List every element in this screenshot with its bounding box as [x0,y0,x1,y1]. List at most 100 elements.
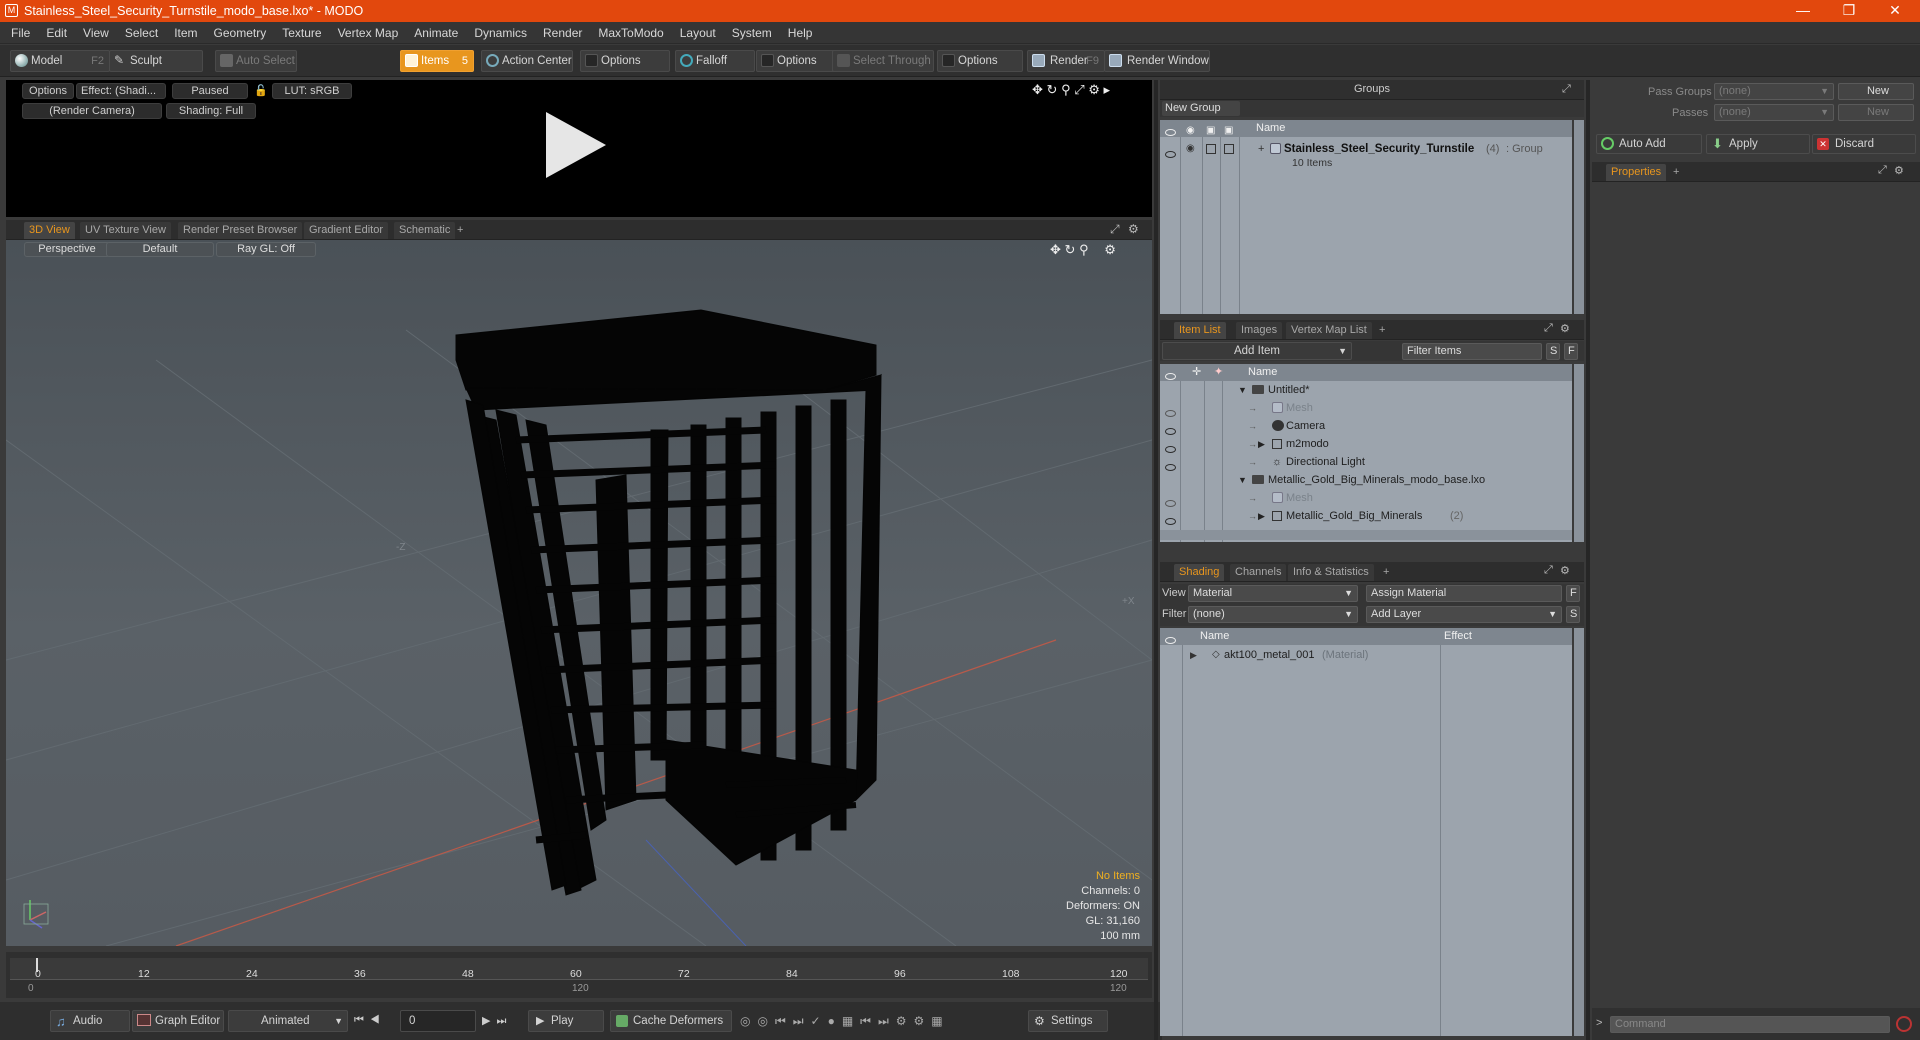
collapse-icon[interactable]: ▼ [1238,471,1247,489]
gear-icon[interactable]: ⚙ [1088,82,1100,97]
shading-f-button[interactable]: F [1566,585,1580,602]
passes-dropdown[interactable]: (none) ▼ [1714,104,1834,121]
rotate-icon[interactable]: ↻ [1047,82,1058,97]
timeline[interactable]: 0 12 24 36 48 60 72 84 96 108 120 0 120 … [6,952,1152,998]
cache-deformers-button[interactable]: Cache Deformers [610,1010,732,1032]
shading-s-button[interactable]: S [1566,606,1580,623]
render-camera-dropdown[interactable]: (Render Camera) [22,103,162,119]
playhead[interactable] [36,958,38,972]
list-item[interactable]: → ☼ Directional Light [1160,453,1572,471]
groups-list[interactable]: ◉ ▣ ▣ Name ◉ + Stainless_Steel_Security_… [1160,120,1572,314]
menu-edit[interactable]: Edit [38,22,75,44]
tab-uv-texture-view[interactable]: UV Texture View [80,222,171,239]
menu-layout[interactable]: Layout [672,22,724,44]
gear-icon[interactable]: ⚙ [1128,222,1139,236]
filter-f-button[interactable]: F [1564,343,1578,360]
minimize-icon[interactable]: — [1780,0,1826,22]
shader-scrollbar[interactable] [1574,628,1584,1036]
menu-render[interactable]: Render [535,22,590,44]
tab-3d-view[interactable]: 3D View [24,222,75,239]
action-center-button[interactable]: Action Center [481,50,573,72]
gear-icon[interactable]: ⚙ [1560,564,1570,577]
item-list-hscrollbar[interactable] [1160,530,1572,540]
menu-file[interactable]: File [3,22,38,44]
paused-toggle[interactable]: Paused [172,83,248,99]
expand-icon[interactable]: + [1258,140,1264,158]
list-item[interactable]: ▼ Untitled* [1160,381,1572,399]
eye-icon[interactable] [1165,146,1176,164]
preview-options-button[interactable]: Options [22,83,74,99]
menu-item[interactable]: Item [166,22,205,44]
auto-select-button[interactable]: Auto Select [215,50,297,72]
falloff-options-button[interactable]: Options [756,50,836,72]
effect-dropdown[interactable]: Effect: (Shadi... [76,83,166,99]
restore-icon[interactable]: ❐ [1826,0,1872,22]
close-icon[interactable]: ✕ [1872,0,1918,22]
move-icon[interactable]: ✥ [1032,82,1043,97]
list-item[interactable]: → Mesh [1160,399,1572,417]
filter-dropdown[interactable]: (none) ▼ [1188,606,1358,623]
add-item-dropdown[interactable]: Add Item ▼ [1162,342,1352,360]
menu-select[interactable]: Select [117,22,166,44]
tab-item-list[interactable]: Item List [1174,322,1226,339]
list-item[interactable]: → Mesh [1160,489,1572,507]
groups-scrollbar[interactable] [1574,120,1584,314]
assign-material-button[interactable]: Assign Material [1366,585,1562,602]
transport-forward-icons[interactable]: ▶⏭ [482,1014,512,1028]
expand-icon[interactable]: ▶ [1190,646,1197,664]
select-icon[interactable] [1224,144,1234,154]
tab-gradient-editor[interactable]: Gradient Editor [304,222,388,239]
item-list-scrollbar[interactable] [1574,364,1584,542]
model-button[interactable]: Model F2 [10,50,110,72]
list-item[interactable]: → ▶ m2modo [1160,435,1572,453]
arrow-right-icon[interactable]: ▸ [1104,82,1111,97]
tab-shading[interactable]: Shading [1174,564,1225,581]
filter-s-button[interactable]: S [1546,343,1560,360]
list-item[interactable]: → Camera [1160,417,1572,435]
settings-button[interactable]: ⚙ Settings [1028,1010,1108,1032]
tab-vertex-map-list[interactable]: Vertex Map List [1286,322,1372,339]
play-button[interactable]: ▶ Play [528,1010,604,1032]
items-button[interactable]: Items 5 [400,50,474,72]
menu-maxtomodo[interactable]: MaxToModo [590,22,671,44]
maximize-icon[interactable]: ⤢ [1544,322,1553,335]
pass-groups-dropdown[interactable]: (none) ▼ [1714,83,1834,100]
add-tab-button[interactable]: + [1378,564,1394,581]
view-dropdown[interactable]: Material ▼ [1188,585,1358,602]
action-center-options-button[interactable]: Options [580,50,670,72]
record-icon[interactable] [1896,1016,1912,1032]
menu-animate[interactable]: Animate [406,22,466,44]
list-item[interactable]: → ▶ Metallic_Gold_Big_Minerals (2) [1160,507,1572,525]
passes-new-button[interactable]: New [1838,104,1914,121]
lock-icon[interactable] [1206,144,1216,154]
transport-back-icons[interactable]: ⏮◀ [354,1014,386,1027]
maximize-icon[interactable]: ⤢ [1110,222,1120,237]
tab-info-statistics[interactable]: Info & Statistics [1288,564,1374,581]
add-tab-button[interactable]: + [1668,164,1684,181]
discard-button[interactable]: ✕ Discard [1812,134,1916,154]
maximize-icon[interactable]: ⤢ [1544,564,1553,577]
sculpt-button[interactable]: ✎ Sculpt [109,50,203,72]
menu-system[interactable]: System [724,22,780,44]
menu-help[interactable]: Help [780,22,821,44]
shader-tree[interactable]: Name Effect ▶ ◇ akt100_metal_001 (Materi… [1160,628,1572,1036]
add-tab-button[interactable]: + [452,222,468,239]
menu-geometry[interactable]: Geometry [206,22,275,44]
menu-vertex-map[interactable]: Vertex Map [330,22,407,44]
lut-dropdown[interactable]: LUT: sRGB [272,83,352,99]
expand-icon[interactable]: ▶ [1258,507,1265,525]
maximize-icon[interactable]: ⤢ [1074,82,1084,97]
item-list-tree[interactable]: ✛ ✦ Name ▼ Untitled* → Mesh → Camera → ▶… [1160,364,1572,542]
render-icon[interactable]: ◉ [1186,140,1195,158]
menu-texture[interactable]: Texture [274,22,329,44]
frame-field[interactable]: 0 [400,1010,476,1032]
animated-dropdown[interactable]: Animated ▼ [228,1010,348,1032]
3d-viewport[interactable]: Perspective Default Ray GL: Off ✥ ↻ ⚲ ⚙ [6,240,1152,946]
lock-icon[interactable]: 🔓 [254,84,268,97]
filter-items-input[interactable]: Filter Items [1402,343,1542,360]
tab-render-preset-browser[interactable]: Render Preset Browser [178,222,303,239]
apply-button[interactable]: ⬇ Apply [1706,134,1810,154]
shader-row[interactable]: ▶ ◇ akt100_metal_001 (Material) [1160,646,1572,664]
tab-schematic[interactable]: Schematic [394,222,456,239]
select-through-button[interactable]: Select Through [832,50,934,72]
